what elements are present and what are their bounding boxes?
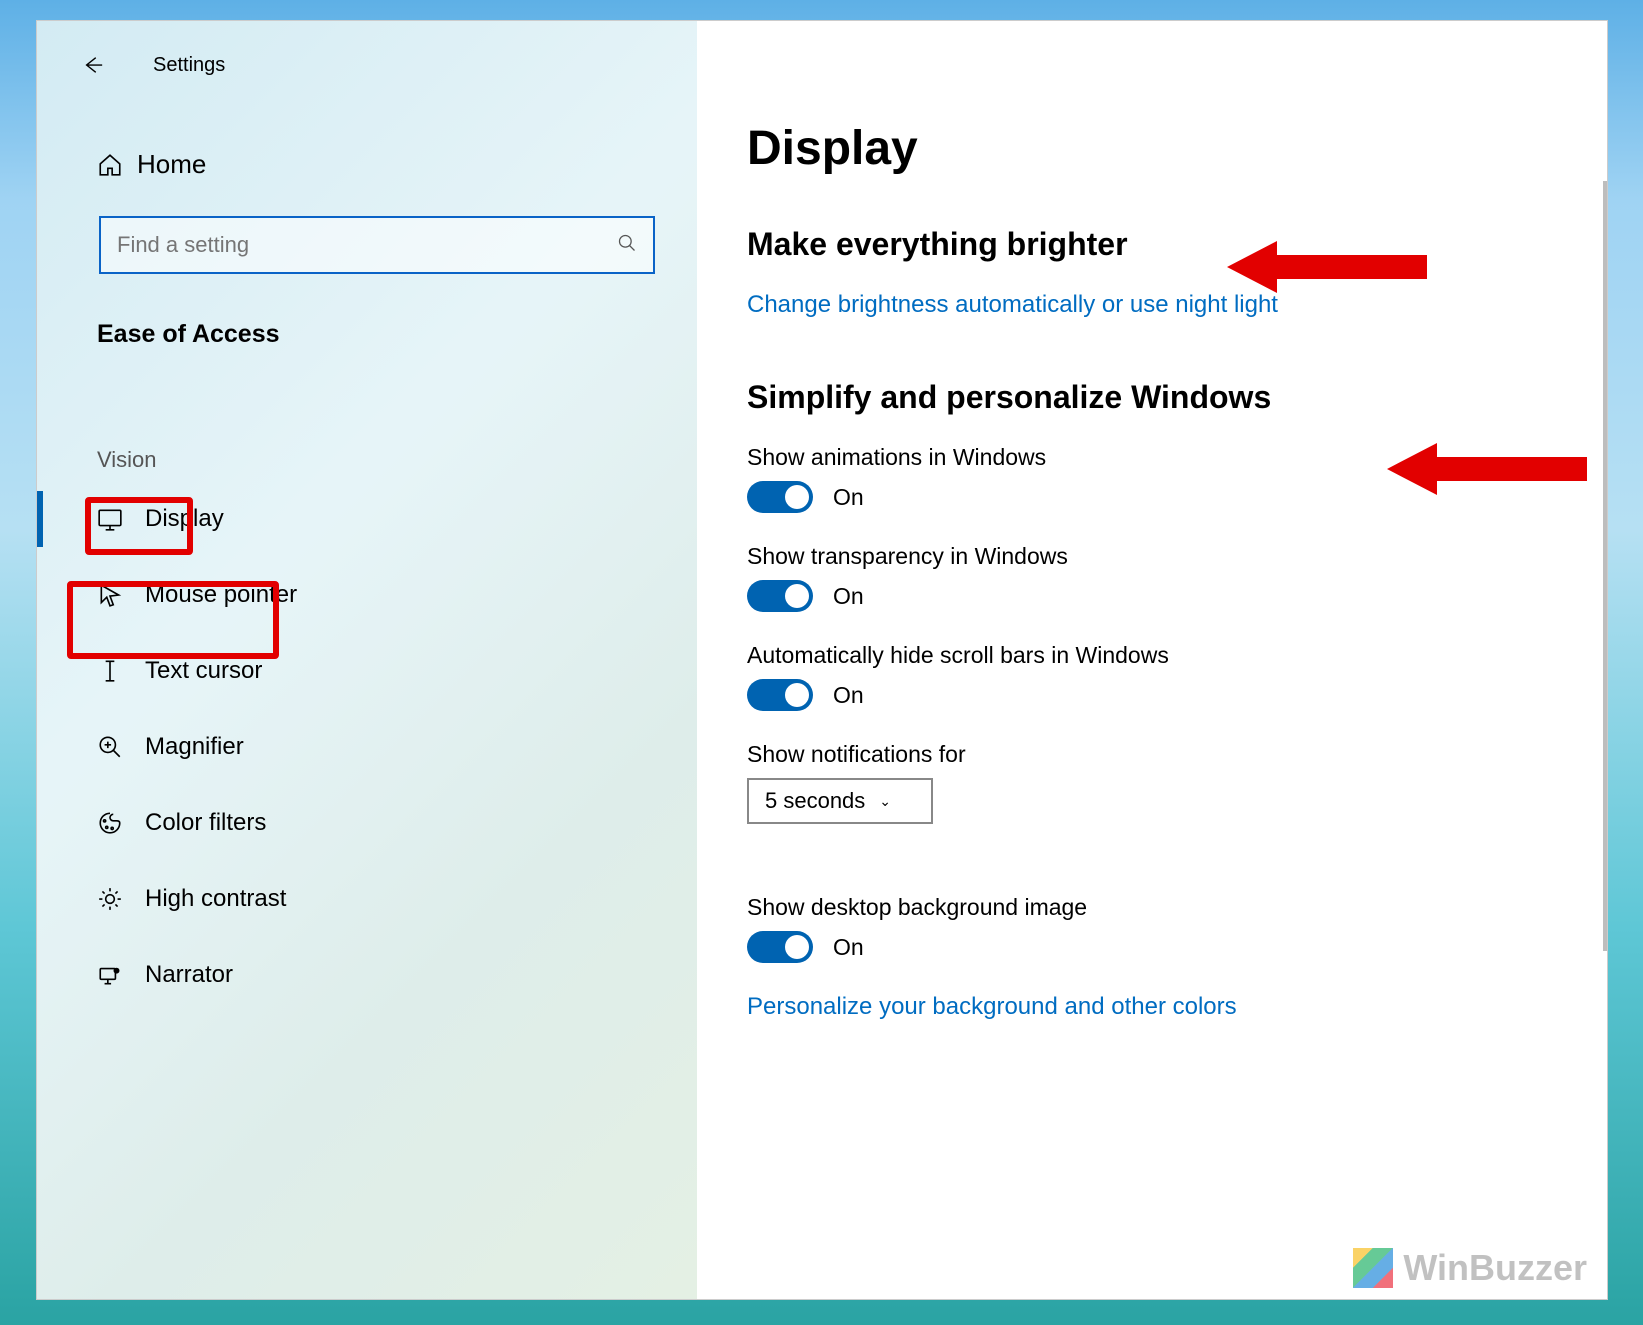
- search-box[interactable]: [99, 216, 655, 274]
- text-cursor-icon: [97, 658, 145, 684]
- setting-notifications: Show notifications for 5 seconds ⌄: [747, 741, 1607, 864]
- search-input[interactable]: [117, 232, 617, 258]
- nav-magnifier[interactable]: Magnifier: [37, 709, 697, 785]
- nav-label: High contrast: [145, 885, 286, 913]
- chevron-down-icon: ⌄: [879, 793, 891, 810]
- magnifier-icon: [97, 734, 145, 760]
- nav-label: Text cursor: [145, 657, 262, 685]
- setting-label: Show desktop background image: [747, 894, 1607, 921]
- nav-color-filters[interactable]: Color filters: [37, 785, 697, 861]
- watermark-logo-icon: [1353, 1248, 1393, 1288]
- bgimage-toggle[interactable]: [747, 931, 813, 963]
- toggle-state: On: [833, 583, 864, 610]
- annotation-box-vision: [85, 497, 193, 555]
- nav-label: Color filters: [145, 809, 266, 837]
- setting-label: Show transparency in Windows: [747, 543, 1607, 570]
- home-icon: [97, 152, 137, 178]
- scrollbars-toggle[interactable]: [747, 679, 813, 711]
- titlebar: Settings: [37, 35, 697, 95]
- annotation-arrow-1: [1227, 239, 1427, 295]
- setting-label: Show notifications for: [747, 741, 1607, 768]
- section-simplify-heading: Simplify and personalize Windows: [747, 379, 1607, 416]
- arrow-left-icon: [82, 54, 104, 76]
- toggle-state: On: [833, 484, 864, 511]
- watermark: WinBuzzer: [1353, 1247, 1587, 1289]
- setting-hide-scrollbars: Automatically hide scroll bars in Window…: [747, 642, 1607, 711]
- scrollbar[interactable]: [1603, 181, 1607, 951]
- search-icon: [617, 233, 637, 258]
- setting-bgimage: Show desktop background image On: [747, 894, 1607, 963]
- group-vision: Vision: [37, 439, 697, 481]
- annotation-box-display: [67, 581, 279, 659]
- animations-toggle[interactable]: [747, 481, 813, 513]
- toggle-state: On: [833, 682, 864, 709]
- notifications-dropdown[interactable]: 5 seconds ⌄: [747, 778, 933, 824]
- home-nav[interactable]: Home: [37, 125, 697, 204]
- annotation-arrow-2: [1387, 441, 1587, 497]
- brightness-link[interactable]: Change brightness automatically or use n…: [747, 291, 1607, 319]
- nav-label: Magnifier: [145, 733, 244, 761]
- category-heading: Ease of Access: [37, 274, 697, 379]
- sidebar: Settings Home Ease of Access Vision Disp…: [37, 21, 697, 1299]
- settings-window: — □ ✕ Settings Home Ease of Access Visio…: [36, 20, 1608, 1300]
- nav-label: Narrator: [145, 961, 233, 989]
- back-button[interactable]: [63, 35, 123, 95]
- palette-icon: [97, 810, 145, 836]
- page-title: Display: [747, 121, 1607, 176]
- nav-narrator[interactable]: Narrator: [37, 937, 697, 1013]
- home-label: Home: [137, 149, 206, 180]
- sun-icon: [97, 886, 145, 912]
- transparency-toggle[interactable]: [747, 580, 813, 612]
- narrator-icon: [97, 962, 145, 988]
- main-content: Display Make everything brighter Change …: [697, 21, 1607, 1299]
- personalize-link[interactable]: Personalize your background and other co…: [747, 993, 1607, 1021]
- section-brighter-heading: Make everything brighter: [747, 226, 1607, 263]
- toggle-state: On: [833, 934, 864, 961]
- watermark-text: WinBuzzer: [1403, 1247, 1587, 1289]
- dropdown-value: 5 seconds: [765, 788, 865, 814]
- setting-label: Automatically hide scroll bars in Window…: [747, 642, 1607, 669]
- nav-high-contrast[interactable]: High contrast: [37, 861, 697, 937]
- window-title: Settings: [153, 54, 225, 77]
- setting-transparency: Show transparency in Windows On: [747, 543, 1607, 612]
